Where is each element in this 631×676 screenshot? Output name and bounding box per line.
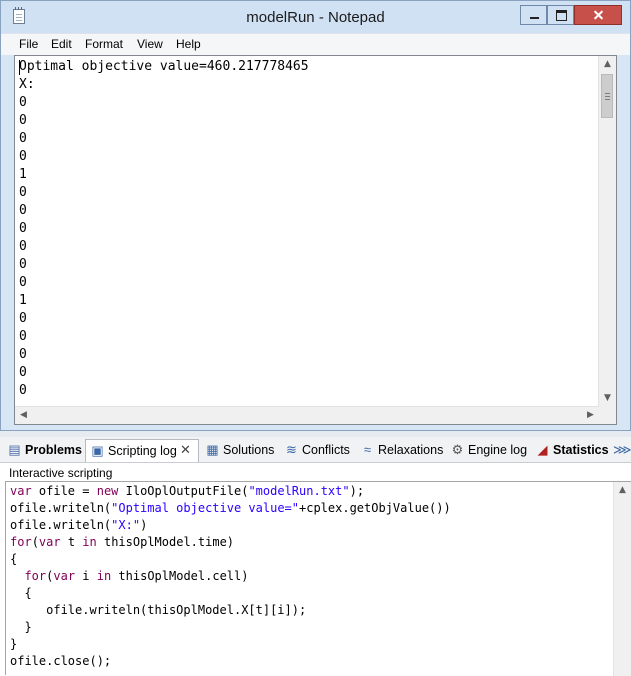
code-token: var [38, 535, 61, 549]
code-token: IloOplOutputFile( [118, 484, 249, 498]
relaxations-icon: ≈ [363, 442, 372, 457]
scrollbar-corner [599, 407, 616, 424]
tab-problems[interactable]: ▤ Problems [3, 439, 83, 461]
code-token: ofile.writeln( [10, 518, 112, 532]
code-token: thisOplModel.cell) [111, 569, 249, 583]
grip-line [605, 99, 610, 100]
menu-bar: File Edit Format View Help [1, 33, 630, 55]
code-token: +cplex.getObjValue()) [299, 501, 451, 515]
solutions-icon: ▦ [206, 442, 219, 457]
code-token: "Optimal objective value=" [111, 501, 299, 515]
menu-edit[interactable]: Edit [51, 37, 72, 51]
code-line: } [10, 620, 32, 634]
tab-scripting-log-label: Scripting log [108, 444, 177, 458]
text-caret [19, 60, 20, 75]
tab-engine-log-label: Engine log [468, 443, 528, 457]
code-token: for [10, 535, 32, 549]
code-line: for(var t in thisOplModel.time) [10, 535, 234, 549]
title-bar[interactable]: modelRun - Notepad [1, 1, 630, 33]
tab-scripting-log[interactable]: ▣ Scripting log ✕ [85, 439, 199, 462]
tab-engine-log[interactable]: ⚙ Engine log [446, 439, 528, 461]
code-token: i [75, 569, 97, 583]
code-token: var [10, 484, 32, 498]
document-text[interactable]: Optimal objective value=460.217778465 X:… [19, 58, 309, 400]
code-line: ofile.writeln("X:") [10, 518, 147, 532]
tab-solutions[interactable]: ▦ Solutions [201, 439, 275, 461]
script-code[interactable]: var ofile = new IloOplOutputFile("modelR… [10, 483, 451, 670]
code-token: t [60, 535, 83, 549]
tab-solutions-label: Solutions [223, 443, 275, 457]
menu-file[interactable]: File [19, 37, 38, 51]
menu-help[interactable]: Help [176, 37, 201, 51]
scroll-left-arrow-icon[interactable]: ◀ [15, 407, 32, 424]
code-line: } [10, 637, 18, 651]
code-line: ofile.writeln("Optimal objective value="… [10, 501, 451, 515]
tab-conflicts[interactable]: ≋ Conflicts [280, 439, 352, 461]
code-token: in [96, 569, 112, 583]
scripting-editor[interactable]: var ofile = new IloOplOutputFile("modelR… [5, 481, 631, 676]
tab-statistics-label: Statistics [553, 443, 609, 457]
code-token: "X:" [111, 518, 141, 532]
code-token: new [96, 484, 119, 498]
tab-statistics[interactable]: ◢ Statistics [531, 439, 611, 461]
vertical-scroll-thumb[interactable] [601, 74, 613, 118]
statistics-icon: ◢ [537, 442, 548, 457]
menu-view[interactable]: View [137, 37, 163, 51]
view-tab-bar: ▤ Problems ▣ Scripting log ✕ ▦ Solutions… [0, 437, 631, 463]
code-token: ); [349, 484, 365, 498]
code-token: thisOplModel.time) [96, 535, 235, 549]
code-token: "modelRun.txt" [248, 484, 350, 498]
scripting-log-icon: ▣ [91, 443, 104, 458]
code-token: ofile = [31, 484, 97, 498]
code-line: { [10, 552, 18, 566]
notepad-window: modelRun - Notepad File Edit Format View… [0, 0, 631, 431]
code-token: var [53, 569, 76, 583]
code-token: for [24, 569, 47, 583]
scroll-up-arrow-icon[interactable]: ▲ [599, 56, 616, 73]
scroll-right-arrow-icon[interactable]: ▶ [582, 407, 599, 424]
tab-conflicts-label: Conflicts [302, 443, 350, 457]
vertical-scrollbar[interactable]: ▲ ▼ [598, 56, 616, 407]
code-token: ofile.writeln( [10, 501, 112, 515]
problems-icon: ▤ [8, 442, 21, 457]
grip-line [605, 93, 610, 94]
code-line: ofile.close(); [10, 654, 112, 668]
close-button[interactable] [574, 5, 622, 25]
tab-relaxations-label: Relaxations [378, 443, 444, 457]
minimize-button[interactable] [520, 5, 547, 25]
code-token: ) [140, 518, 148, 532]
text-editor[interactable]: Optimal objective value=460.217778465 X:… [14, 55, 617, 425]
close-tab-icon[interactable]: ✕ [180, 442, 191, 458]
code-line: var ofile = new IloOplOutputFile("modelR… [10, 484, 364, 498]
tab-problems-label: Problems [25, 443, 82, 457]
maximize-button[interactable] [547, 5, 574, 25]
code-line: { [10, 586, 32, 600]
script-scroll-up-arrow-icon[interactable]: ▲ [614, 482, 631, 499]
code-line: ofile.writeln(thisOplModel.X[t][i]); [10, 603, 307, 617]
scroll-down-arrow-icon[interactable]: ▼ [599, 390, 616, 407]
script-vertical-scrollbar[interactable]: ▲ [613, 482, 631, 676]
code-token: in [82, 535, 97, 549]
menu-format[interactable]: Format [85, 37, 123, 51]
tab-relaxations[interactable]: ≈ Relaxations [356, 439, 444, 461]
code-token: ( [31, 535, 39, 549]
horizontal-scrollbar[interactable]: ◀ ▶ [15, 406, 599, 424]
code-line: for(var i in thisOplModel.cell) [10, 569, 248, 583]
grip-line [605, 96, 610, 97]
engine-log-icon: ⚙ [451, 442, 464, 457]
conflicts-icon: ≋ [286, 442, 297, 457]
interactive-scripting-label: Interactive scripting [9, 466, 113, 480]
more-views-button[interactable]: ⋙ [611, 439, 631, 461]
more-views-icon: ⋙ [613, 442, 631, 457]
